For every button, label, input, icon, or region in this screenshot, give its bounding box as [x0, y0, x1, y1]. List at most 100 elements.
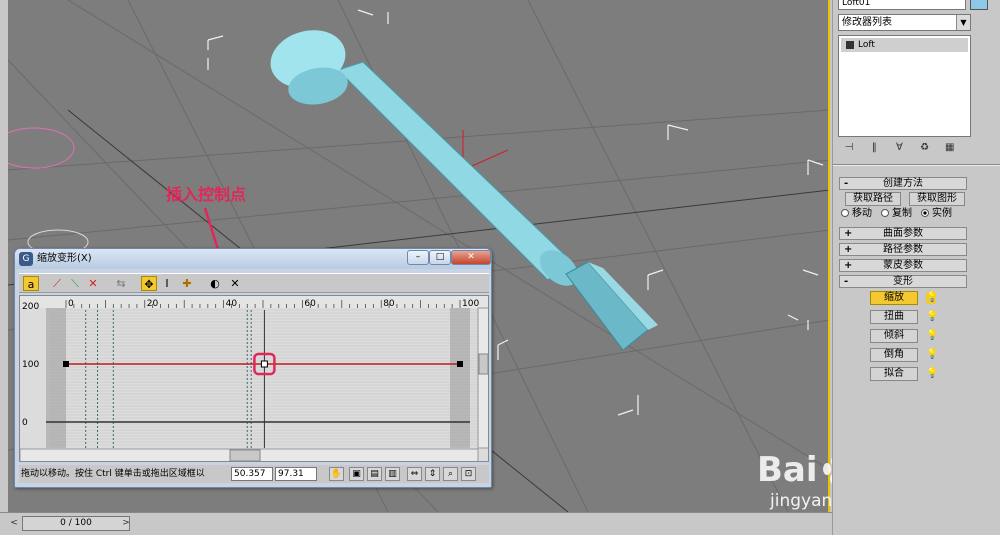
x-tick-label: 20 — [147, 299, 159, 309]
x-tick-label: 100 — [462, 299, 479, 309]
zoom-vertical-icon[interactable]: ⇕ — [425, 467, 440, 481]
stack-item-label: Loft — [858, 40, 875, 50]
rollout-toggle-sign: + — [844, 244, 853, 255]
y-value-field[interactable]: 97.31 — [275, 467, 317, 481]
x-tick-label: 40 — [226, 299, 238, 309]
rollout-toggle-sign: + — [844, 228, 853, 239]
scale-control-point-icon[interactable]: I — [159, 276, 175, 291]
zoom-vertical-extents-icon[interactable]: ▥ — [385, 467, 400, 481]
swap-curves-icon[interactable]: ⇆ — [113, 276, 129, 291]
zoom-icon[interactable]: ⌕ — [443, 467, 458, 481]
bevel-deform-button[interactable]: 倒角 — [870, 348, 918, 362]
rollout-path-parameters[interactable]: + 路径参数 — [839, 243, 967, 256]
dialog-toolbar: a ⟋ ⟍ ✕ ⇆ ✥ I ✚ ◐ ✕ — [19, 273, 489, 293]
vertical-scrollbar-thumb — [478, 353, 488, 375]
y-tick-label: 200 — [22, 302, 39, 312]
object-color-swatch[interactable] — [970, 0, 988, 10]
control-point — [457, 361, 463, 367]
radio-instance-label: 实例 — [932, 208, 952, 219]
teeter-deform-button[interactable]: 倾斜 — [870, 329, 918, 343]
twist-enable-bulb-icon[interactable]: 💡 — [926, 311, 938, 323]
modifier-list-label: 修改器列表 — [842, 17, 892, 28]
rollout-toggle-sign: - — [844, 178, 849, 189]
zoom-horizontal-extents-icon[interactable]: ▤ — [367, 467, 382, 481]
move-control-point-icon[interactable]: ✥ — [141, 276, 157, 291]
time-slider[interactable]: 0 / 100 — [22, 516, 130, 531]
display-xy-axes-icon[interactable]: ✕ — [85, 276, 101, 291]
rollout-title: 曲面参数 — [883, 228, 923, 239]
divider — [833, 164, 1000, 166]
fit-enable-bulb-icon[interactable]: 💡 — [926, 368, 938, 380]
stack-item-loft[interactable]: Loft — [841, 38, 968, 52]
delete-control-point-icon[interactable]: ◐ — [207, 276, 223, 291]
dialog-titlebar[interactable]: G 缩放变形(X) – □ ✕ — [15, 249, 491, 269]
y-tick-label: 0 — [22, 418, 28, 428]
modifier-list-dropdown[interactable]: 修改器列表 ▼ — [838, 14, 971, 31]
make-symmetrical-icon[interactable]: a — [23, 276, 39, 291]
display-x-axis-icon[interactable]: ⟋ — [49, 276, 65, 291]
radio-copy[interactable]: 复制 — [881, 208, 912, 220]
close-button[interactable]: ✕ — [451, 250, 491, 265]
insert-corner-point-icon[interactable]: ✚ — [179, 276, 195, 291]
x-tick-label: 0 — [68, 299, 74, 309]
graph-right-zone — [450, 308, 470, 448]
get-path-button[interactable]: 获取路径 — [845, 192, 901, 206]
get-shape-button[interactable]: 获取图形 — [909, 192, 965, 206]
radio-move[interactable]: 移动 — [841, 208, 872, 220]
zoom-horizontal-icon[interactable]: ⇔ — [407, 467, 422, 481]
time-slider-bar: < 0 / 100 > — [0, 512, 835, 535]
control-point — [63, 361, 69, 367]
fit-deform-button[interactable]: 拟合 — [870, 367, 918, 381]
minimize-button[interactable]: – — [407, 250, 429, 265]
vertical-scrollbar — [477, 307, 488, 449]
radio-instance[interactable]: 实例 — [921, 208, 952, 220]
expand-icon[interactable] — [846, 40, 854, 49]
x-tick-label: 80 — [383, 299, 395, 309]
x-tick-label: 60 — [304, 299, 316, 309]
display-y-axis-icon[interactable]: ⟍ — [67, 276, 83, 291]
stack-toolbar: ⊣ ‖ ∀ ♻ ▦ — [838, 140, 971, 158]
time-next-button[interactable]: > — [120, 516, 132, 531]
rollout-title: 创建方法 — [883, 178, 923, 189]
watermark-brand: Bai — [757, 450, 818, 490]
radio-copy-label: 复制 — [892, 208, 912, 219]
app-icon: G — [19, 252, 33, 266]
graph-canvas[interactable]: 0 20 40 60 80 100 200 100 0 — [20, 296, 489, 462]
scale-deformation-dialog[interactable]: G 缩放变形(X) – □ ✕ a ⟋ ⟍ ✕ ⇆ ✥ I ✚ ◐ ✕ 0 20 4… — [14, 248, 492, 488]
rollout-creation-method[interactable]: - 创建方法 — [839, 177, 967, 190]
rollout-surface-parameters[interactable]: + 曲面参数 — [839, 227, 967, 240]
status-message: 拖动以移动。按住 Ctrl 键单击或拖出区域框以 — [21, 469, 205, 479]
zoom-region-icon[interactable]: ⊡ — [461, 467, 476, 481]
pan-icon[interactable]: ✋ — [329, 467, 344, 481]
rollout-toggle-sign: + — [844, 260, 853, 271]
graph-left-zone — [46, 308, 66, 448]
deformation-graph[interactable]: 0 20 40 60 80 100 200 100 0 — [19, 295, 489, 462]
object-name-field[interactable]: Loft01 — [838, 0, 966, 10]
x-value-field[interactable]: 50.357 — [231, 467, 273, 481]
bevel-enable-bulb-icon[interactable]: 💡 — [926, 349, 938, 361]
rollout-toggle-sign: - — [844, 276, 849, 287]
maximize-button[interactable]: □ — [429, 250, 451, 265]
teeter-enable-bulb-icon[interactable]: 💡 — [926, 330, 938, 342]
modifier-stack[interactable]: Loft — [838, 35, 971, 137]
y-tick-label: 100 — [22, 360, 39, 370]
radio-move-label: 移动 — [852, 208, 872, 219]
rollout-skin-parameters[interactable]: + 蒙皮参数 — [839, 259, 967, 272]
chevron-down-icon[interactable]: ▼ — [956, 15, 970, 30]
remove-modifier-icon[interactable]: ♻ — [914, 140, 936, 156]
reset-curve-icon[interactable]: ✕ — [227, 276, 243, 291]
twist-deform-button[interactable]: 扭曲 — [870, 310, 918, 324]
pin-stack-icon[interactable]: ⊣ — [838, 140, 860, 156]
scale-deform-button[interactable]: 缩放 — [870, 291, 918, 305]
horizontal-scrollbar-thumb — [229, 449, 261, 461]
graph-ruler — [20, 296, 488, 308]
rollout-deformation[interactable]: - 变形 — [839, 275, 967, 288]
rollout-title: 蒙皮参数 — [883, 260, 923, 271]
time-prev-button[interactable]: < — [8, 516, 20, 531]
zoom-extents-icon[interactable]: ▣ — [349, 467, 364, 481]
make-unique-icon[interactable]: ∀ — [888, 140, 910, 156]
scale-enable-bulb-icon[interactable]: 💡 — [926, 292, 938, 304]
configure-modifier-sets-icon[interactable]: ▦ — [939, 140, 961, 156]
show-end-result-icon[interactable]: ‖ — [863, 140, 885, 156]
dialog-title: 缩放变形(X) — [37, 253, 92, 264]
